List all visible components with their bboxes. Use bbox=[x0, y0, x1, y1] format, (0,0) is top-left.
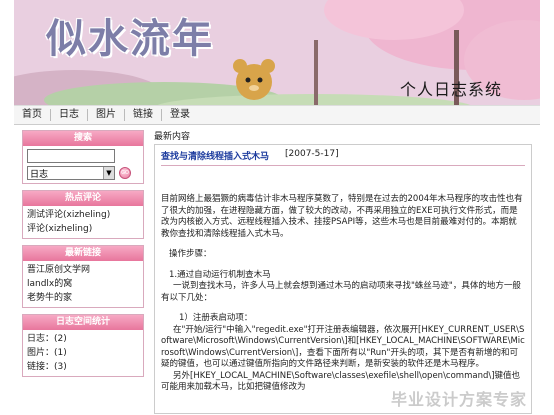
search-heading: 搜索 bbox=[23, 131, 143, 146]
stats-heading: 日志空间统计 bbox=[23, 315, 143, 330]
latest-links-heading: 最新链接 bbox=[23, 246, 143, 261]
post-body: 目前网络上最猖獗的病毒估计非木马程序莫数了，特别是在过去的2004年木马程序的攻… bbox=[161, 194, 525, 394]
post-paragraph: 1.通过自动运行机制查木马 bbox=[169, 269, 271, 280]
stat-item: 图片：(1) bbox=[27, 348, 67, 358]
search-go-button[interactable]: GO bbox=[119, 167, 131, 179]
hot-comments-heading: 热点评论 bbox=[23, 191, 143, 206]
nav-pictures[interactable]: 图片 bbox=[88, 109, 125, 121]
divider bbox=[161, 165, 525, 166]
stats-box: 日志空间统计 日志：(2) 图片：(1) 链接：(3) bbox=[22, 314, 144, 377]
friend-link[interactable]: landlx的窝 bbox=[27, 277, 139, 291]
latest-links-box: 最新链接 晋江原创文学网 landlx的窝 老势牛的家 bbox=[22, 245, 144, 308]
post-date: [2007-5-17] bbox=[285, 149, 339, 159]
post-paragraph: 目前网络上最猖獗的病毒估计非木马程序莫数了，特别是在过去的2004年木马程序的攻… bbox=[161, 194, 523, 239]
search-type-select[interactable]: 日志 ▼ bbox=[27, 166, 115, 180]
watermark: 毕业设计方案专家 bbox=[390, 390, 527, 409]
post-paragraph: 一说到查找木马，许多人马上就会想到通过木马的启动项来寻找"蛛丝马迹"，具体的地方… bbox=[161, 281, 521, 303]
section-label: 最新内容 bbox=[154, 132, 191, 142]
search-box: 搜索 日志 ▼ GO bbox=[22, 130, 144, 184]
nav-home[interactable]: 首页 bbox=[14, 109, 51, 121]
post-paragraph: 操作步骤： bbox=[169, 249, 212, 259]
nav-login[interactable]: 登录 bbox=[162, 109, 198, 121]
post-panel: 查找与清除线程插入式木马 [2007-5-17] 目前网络上最猖獗的病毒估计非木… bbox=[154, 144, 532, 414]
post-paragraph: 在"开始/运行"中输入"regedit.exe"打开注册表编辑器，依次展开[HK… bbox=[161, 324, 525, 370]
main-content: 最新内容 查找与清除线程插入式木马 [2007-5-17] 目前网络上最猖獗的病… bbox=[154, 129, 532, 414]
friend-link[interactable]: 老势牛的家 bbox=[27, 291, 139, 305]
nav-logs[interactable]: 日志 bbox=[51, 109, 88, 121]
top-nav: 首页 日志 图片 链接 登录 bbox=[14, 105, 540, 125]
nav-links[interactable]: 链接 bbox=[125, 109, 162, 121]
post-paragraph: 1）注册表启动项： bbox=[179, 313, 253, 323]
comment-link[interactable]: 评论(xizheling) bbox=[27, 222, 139, 236]
stat-item: 日志：(2) bbox=[27, 334, 67, 344]
header-banner: 似水流年 个人日志系统 bbox=[14, 0, 540, 105]
search-input[interactable] bbox=[27, 149, 115, 163]
friend-link[interactable]: 晋江原创文学网 bbox=[27, 263, 139, 277]
search-type-value: 日志 bbox=[30, 169, 49, 180]
post-title-link[interactable]: 查找与清除线程插入式木马 bbox=[161, 149, 269, 162]
site-subtitle: 个人日志系统 bbox=[399, 80, 502, 99]
hot-comments-box: 热点评论 测试评论(xizheling) 评论(xizheling) bbox=[22, 190, 144, 239]
chevron-down-icon: ▼ bbox=[103, 167, 114, 179]
comment-link[interactable]: 测试评论(xizheling) bbox=[27, 208, 139, 222]
sidebar: 搜索 日志 ▼ GO 热点评论 测试评论(xizheling) 评论(xizhe… bbox=[22, 130, 144, 383]
site-title: 似水流年 bbox=[46, 15, 214, 62]
stat-item: 链接：(3) bbox=[27, 362, 67, 372]
